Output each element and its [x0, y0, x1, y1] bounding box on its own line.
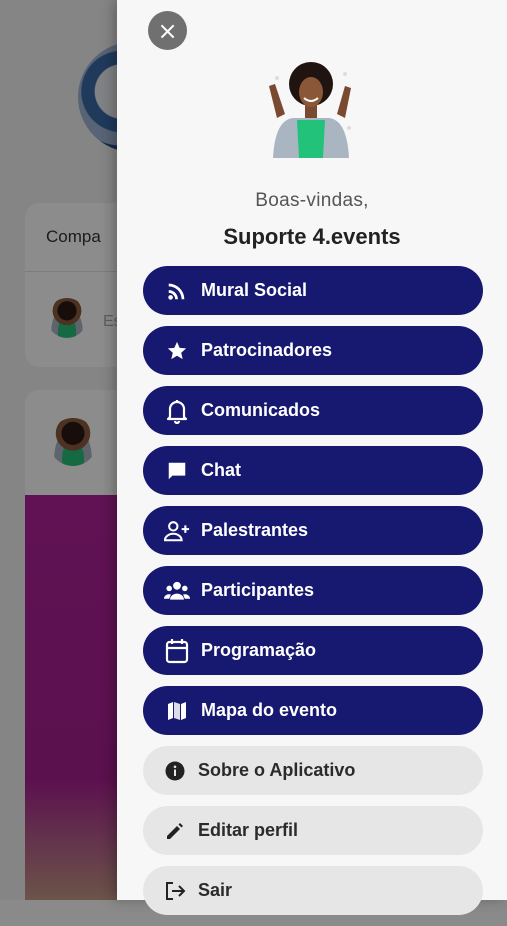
menu-item-label: Chat: [201, 460, 241, 480]
menu-item-programacao[interactable]: Programação: [143, 626, 483, 675]
menu-item-label: Sair: [198, 880, 233, 900]
menu-item-label: Programação: [201, 640, 317, 660]
info-icon: [164, 758, 186, 784]
welcome-text: Boas-vindas,: [255, 190, 369, 211]
menu-item-comunicados[interactable]: Comunicados: [143, 386, 483, 435]
menu-item-sobre-o-aplicativo[interactable]: Sobre o Aplicativo: [143, 746, 483, 795]
menu-item-mapa-do-evento[interactable]: Mapa do evento: [143, 686, 483, 735]
rss-icon: [164, 278, 190, 304]
menu-item-label: Patrocinadores: [201, 340, 333, 360]
menu-item-patrocinadores[interactable]: Patrocinadores: [143, 326, 483, 375]
username: Suporte 4.events: [223, 224, 401, 249]
star-icon: [164, 338, 190, 364]
menu-item-label: Sobre o Aplicativo: [198, 760, 356, 780]
close-icon: ×: [157, 16, 178, 45]
close-button[interactable]: ×: [148, 11, 187, 50]
menu-item-palestrantes[interactable]: Palestrantes: [143, 506, 483, 555]
drawer-menu: Mural Social Patrocinadores Comunicados …: [143, 266, 483, 926]
map-icon: [164, 698, 190, 724]
menu-item-label: Participantes: [201, 580, 315, 600]
chat-icon: [164, 458, 190, 484]
menu-item-label: Mapa do evento: [201, 700, 338, 720]
menu-item-editar-perfil[interactable]: Editar perfil: [143, 806, 483, 855]
menu-item-label: Mural Social: [201, 280, 308, 300]
profile-avatar: [269, 62, 351, 158]
users-icon: [164, 578, 190, 604]
side-drawer: × Boas-vindas, Suporte 4.events Mural So…: [117, 0, 507, 915]
menu-item-sair[interactable]: Sair: [143, 866, 483, 915]
menu-item-participantes[interactable]: Participantes: [143, 566, 483, 615]
pencil-icon: [164, 818, 186, 844]
menu-item-label: Palestrantes: [201, 520, 309, 540]
menu-item-label: Comunicados: [201, 400, 321, 420]
bell-icon: [164, 398, 190, 424]
menu-item-chat[interactable]: Chat: [143, 446, 483, 495]
menu-item-mural-social[interactable]: Mural Social: [143, 266, 483, 315]
menu-item-label: Editar perfil: [198, 820, 299, 840]
user-plus-icon: [164, 518, 190, 544]
calendar-icon: [164, 638, 190, 664]
